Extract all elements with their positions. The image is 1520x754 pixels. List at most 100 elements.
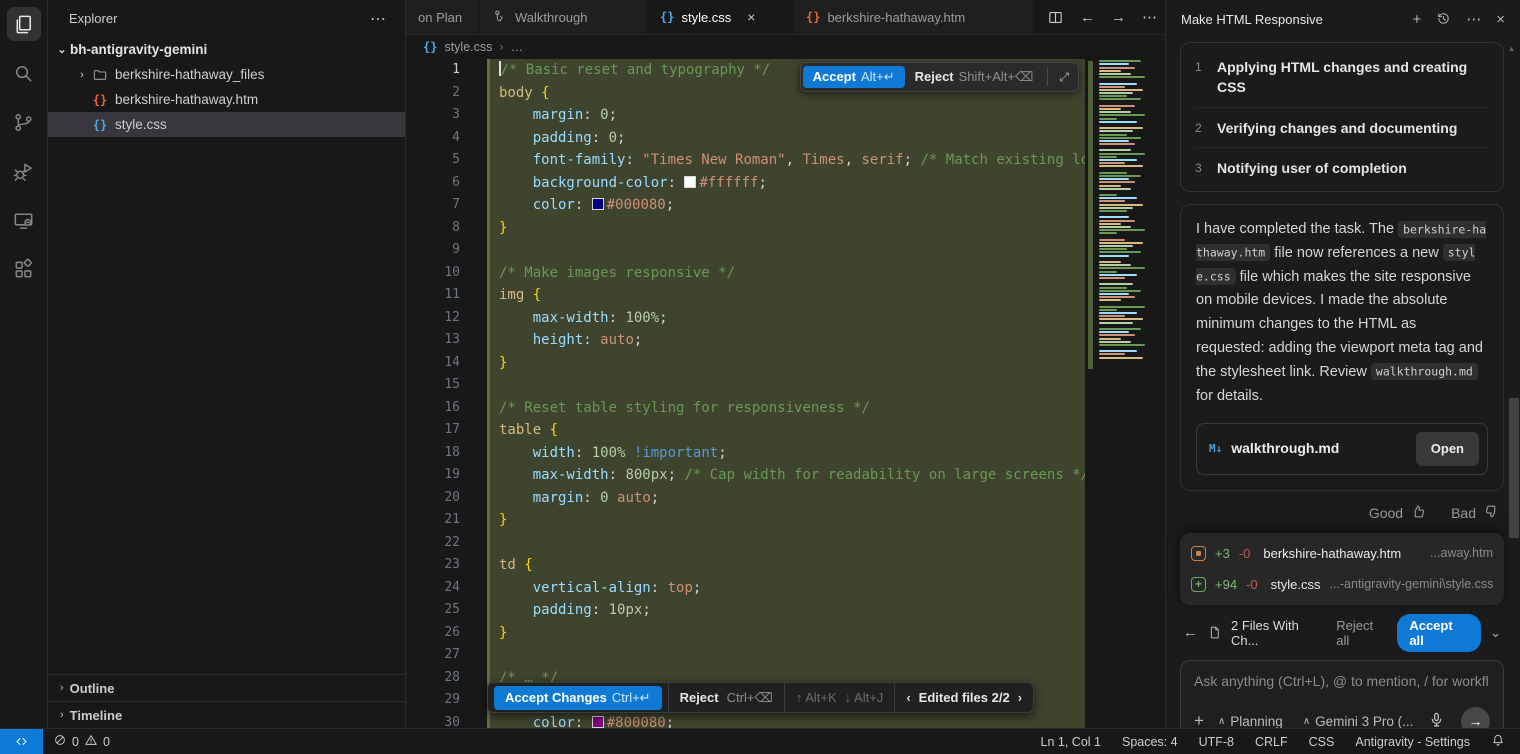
editor-more-icon[interactable]: ⋯ [1142, 8, 1157, 26]
gutter-pad [460, 307, 487, 330]
breadcrumb-file[interactable]: style.css [444, 40, 492, 54]
minimap[interactable] [1085, 59, 1165, 728]
code-token: padding [533, 130, 592, 146]
accept-button[interactable]: AcceptAlt+↵ [803, 66, 905, 88]
code-token: ; [634, 332, 642, 348]
minimap-line [1099, 245, 1133, 247]
tree-item-style-css[interactable]: {}style.css [48, 112, 405, 137]
line-number: 6 [406, 172, 460, 195]
search-icon[interactable] [7, 56, 41, 90]
tab-on-plan[interactable]: on Plan [406, 0, 480, 34]
line-number: 7 [406, 194, 460, 217]
minimap-line [1099, 178, 1129, 180]
tab-berkshire-hathaway-htm[interactable]: {}berkshire-hathaway.htm [794, 0, 1034, 34]
reject-all-button[interactable]: Reject all [1336, 618, 1388, 648]
microphone-icon[interactable] [1428, 711, 1445, 728]
tree-item-berkshire-hathaway-files[interactable]: ›berkshire-hathaway_files [48, 62, 405, 87]
code-token: : [651, 580, 668, 596]
explorer-more-icon[interactable]: ⋯ [370, 9, 387, 29]
gutter-pad [460, 59, 487, 82]
remote-explorer-icon[interactable] [7, 203, 41, 237]
code-token: : [575, 197, 592, 213]
walkthrough-attachment[interactable]: M↓ walkthrough.md Open [1196, 423, 1488, 474]
prev-file-icon[interactable]: ‹ [906, 690, 910, 705]
panel-more-icon[interactable]: ⋯ [1466, 10, 1481, 28]
run-debug-icon[interactable] [7, 154, 41, 188]
code-line-21: 21} [406, 509, 1085, 532]
minimap-line [1099, 290, 1141, 292]
color-swatch [592, 198, 604, 210]
code-area[interactable]: 1/* Basic reset and typography */2body {… [406, 59, 1085, 728]
section-timeline[interactable]: ›Timeline [48, 701, 405, 728]
code-token: 100% [625, 310, 659, 326]
accept-changes-button[interactable]: Accept ChangesCtrl+↵ [494, 686, 662, 710]
source-control-icon[interactable] [7, 105, 41, 139]
status-crlf[interactable]: CRLF [1255, 735, 1288, 749]
tree-item-berkshire-hathaway-htm[interactable]: {}berkshire-hathaway.htm [48, 87, 405, 112]
tab-close-icon[interactable]: × [747, 9, 755, 25]
gutter-pad [460, 239, 487, 262]
chevron-down-icon[interactable]: ⌄ [1490, 625, 1501, 641]
changed-file-row[interactable]: ++94-0style.css...-antigravity-gemini\st… [1191, 569, 1493, 600]
status-spaces-4[interactable]: Spaces: 4 [1122, 735, 1178, 749]
line-content [487, 239, 1085, 262]
code-token: ; [666, 715, 674, 729]
next-hunk-shortcut[interactable]: ↓ Alt+J [845, 690, 884, 705]
accept-label: Accept [813, 69, 856, 84]
minimap-line [1099, 251, 1141, 253]
code-token: /* Make images responsive */ [499, 265, 735, 281]
prev-hunk-shortcut[interactable]: ↑ Alt+K [796, 690, 837, 705]
new-conversation-icon[interactable]: + [1412, 11, 1421, 28]
tree-root-folder[interactable]: ⌄bh-antigravity-gemini [48, 37, 405, 62]
minimap-line [1099, 296, 1135, 298]
navigate-back-icon[interactable]: ← [1080, 9, 1095, 26]
accept-all-button[interactable]: Accept all [1397, 614, 1481, 652]
code-token: ; [651, 490, 659, 506]
status-ln-1-col-1[interactable]: Ln 1, Col 1 [1041, 735, 1101, 749]
problems-indicator[interactable]: 0 0 [43, 733, 120, 750]
reject-changes-button[interactable]: Reject Ctrl+⌫ [669, 683, 785, 712]
back-arrow-icon[interactable]: ← [1183, 624, 1198, 641]
code-token: ; [659, 310, 667, 326]
open-button[interactable]: Open [1416, 432, 1479, 465]
thumbs-down-icon[interactable] [1483, 503, 1500, 523]
tab-style-css[interactable]: {}style.css× [648, 0, 794, 34]
panel-close-icon[interactable]: × [1496, 11, 1505, 28]
thumbs-up-icon[interactable] [1410, 503, 1427, 523]
tab-walkthrough[interactable]: Walkthrough [480, 0, 648, 34]
collapse-icon[interactable]: ⤢ [1052, 70, 1076, 85]
line-content: /* Make images responsive */ [487, 262, 1085, 285]
explorer-icon[interactable] [7, 7, 41, 41]
panel-scrollbar-thumb[interactable] [1509, 398, 1519, 538]
breadcrumb-more[interactable]: … [511, 40, 524, 54]
panel-scroll-up-arrow[interactable]: ▲ [1508, 46, 1515, 53]
add-context-button[interactable]: + [1194, 711, 1204, 728]
send-button[interactable]: → [1461, 707, 1490, 728]
minimap-line [1099, 277, 1125, 279]
minimap-line [1099, 353, 1125, 355]
navigate-forward-icon[interactable]: → [1111, 9, 1126, 26]
status-utf-8[interactable]: UTF-8 [1199, 735, 1234, 749]
model-selector[interactable]: ∧ Gemini 3 Pro (... [1303, 714, 1414, 728]
history-icon[interactable] [1436, 11, 1451, 28]
minimap-line [1099, 89, 1143, 91]
minimap-line [1099, 95, 1127, 97]
changed-file-row[interactable]: +3-0berkshire-hathaway.htm...away.htm [1191, 538, 1493, 569]
code-token: : [592, 130, 609, 146]
status-css[interactable]: CSS [1309, 735, 1335, 749]
notifications-bell-icon[interactable] [1491, 733, 1505, 750]
status-antigravity-settings[interactable]: Antigravity - Settings [1355, 735, 1470, 749]
split-editor-icon[interactable] [1047, 9, 1064, 26]
gutter-pad [460, 284, 487, 307]
mode-selector[interactable]: ∧ Planning [1218, 714, 1283, 728]
gutter-pad [460, 532, 487, 555]
next-file-icon[interactable]: › [1018, 690, 1022, 705]
tab-file-icon: {} [660, 10, 674, 24]
step-number: 1 [1195, 57, 1204, 98]
chat-input[interactable]: Ask anything (Ctrl+L), @ to mention, / f… [1194, 673, 1490, 689]
section-outline[interactable]: ›Outline [48, 674, 405, 701]
remote-indicator[interactable] [0, 729, 43, 754]
reject-button[interactable]: RejectShift+Alt+⌫ [905, 66, 1044, 88]
minimap-line [1099, 165, 1143, 167]
extensions-icon[interactable] [7, 252, 41, 286]
